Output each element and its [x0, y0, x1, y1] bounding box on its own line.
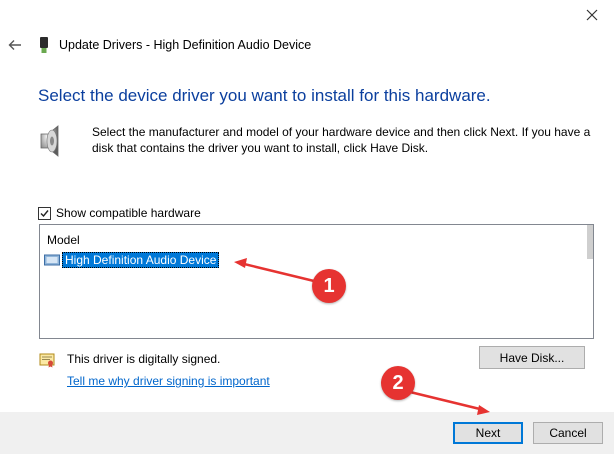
have-disk-button[interactable]: Have Disk...: [479, 346, 585, 369]
listbox-scrollbar[interactable]: [587, 225, 593, 259]
checkmark-icon: [40, 209, 49, 217]
certificate-icon: [39, 353, 55, 368]
page-heading: Select the device driver you want to ins…: [38, 86, 491, 105]
model-column-header: Model: [47, 233, 80, 247]
back-button[interactable]: [4, 34, 26, 56]
audio-device-icon: [44, 254, 60, 266]
checkbox-box[interactable]: [38, 206, 51, 220]
page-description: Select the manufacturer and model of you…: [92, 125, 591, 155]
driver-signing-link[interactable]: Tell me why driver signing is important: [67, 374, 270, 388]
next-button[interactable]: Next: [453, 422, 523, 444]
close-button[interactable]: [570, 0, 614, 30]
annotation-marker-1: 1: [312, 269, 346, 303]
usb-device-icon: [40, 37, 48, 53]
cancel-button[interactable]: Cancel: [533, 422, 603, 444]
window-title: Update Drivers - High Definition Audio D…: [59, 38, 312, 52]
annotation-marker-2: 2: [381, 366, 415, 400]
close-icon: [586, 9, 598, 21]
checkbox-label: Show compatible hardware: [56, 206, 201, 220]
list-item[interactable]: High Definition Audio Device: [44, 252, 220, 268]
signing-status: This driver is digitally signed.: [67, 352, 221, 366]
show-compatible-hardware-checkbox[interactable]: Show compatible hardware: [38, 206, 201, 220]
list-item-label: High Definition Audio Device: [62, 252, 220, 268]
speaker-icon: [40, 125, 59, 157]
back-arrow-icon: [8, 40, 21, 50]
